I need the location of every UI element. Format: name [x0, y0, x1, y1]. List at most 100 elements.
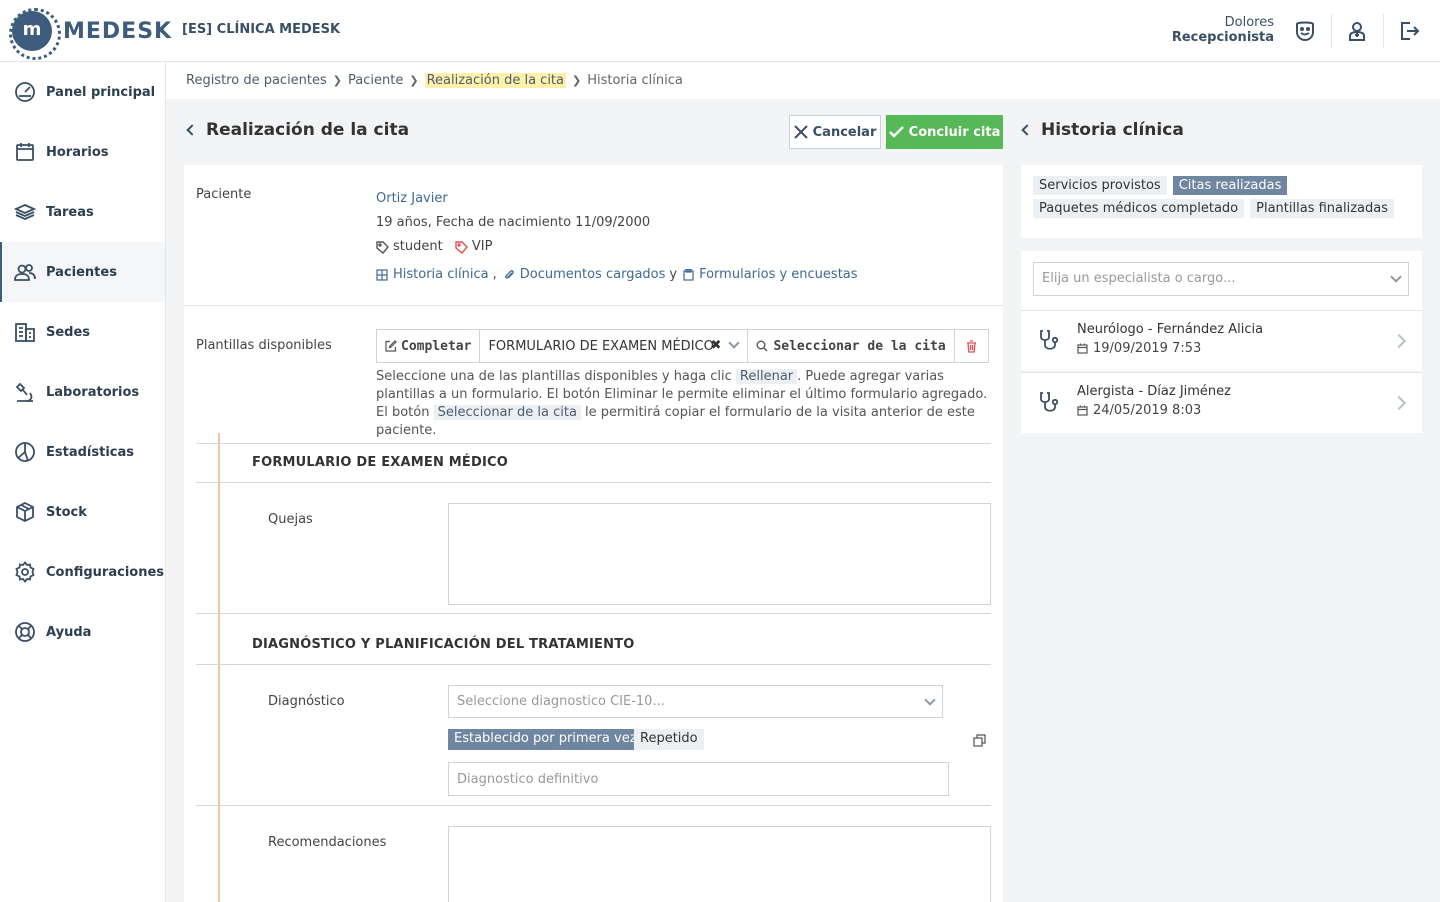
repeated-toggle[interactable]: Repetido — [634, 729, 704, 750]
select-from-visit-button[interactable]: Seleccionar de la cita — [748, 330, 955, 362]
paperclip-icon — [504, 269, 514, 278]
diagnosis-label: Diagnóstico — [268, 694, 345, 709]
visit-item[interactable]: Neurólogo - Fernández Alicia 19/09/2019 … — [1021, 310, 1422, 371]
section-divider — [196, 443, 991, 444]
patient-dob: Fecha de nacimiento 11/09/2000 — [435, 215, 651, 230]
sidebar-item-label: Ayuda — [46, 624, 92, 640]
buildings-icon — [15, 323, 35, 342]
medesk-logo[interactable]: m MEDESK — [9, 8, 173, 60]
visit-form-card: Paciente Ortiz Javier 19 años, Fecha de … — [184, 165, 1003, 902]
user-info[interactable]: Dolores Recepcionista — [1172, 15, 1274, 45]
clipboard-icon — [683, 268, 694, 281]
separator-and: y — [669, 266, 678, 282]
section-divider — [196, 664, 991, 665]
history-back-button[interactable]: Historia clínica — [1021, 120, 1184, 140]
breadcrumb-item[interactable]: Historia clínica — [587, 73, 683, 88]
sidebar: Panel principal Horarios Tareas Paciente… — [0, 62, 166, 902]
logout-icon[interactable] — [1393, 15, 1425, 47]
layers-icon — [14, 204, 36, 220]
divider — [184, 305, 1003, 306]
sidebar-item-stock[interactable]: Stock — [0, 482, 165, 542]
check-icon — [888, 126, 904, 138]
select-keyword: Seleccionar de la cita — [433, 405, 581, 420]
visit-item[interactable]: Alergista - Díaz Jiménez 24/05/2019 8:03 — [1021, 372, 1422, 433]
visit-date: 19/09/2019 7:53 — [1077, 341, 1201, 356]
box-icon — [16, 501, 34, 523]
calendar-icon — [1077, 405, 1088, 416]
definitive-diagnosis-input[interactable]: Diagnostico definitivo — [448, 762, 949, 796]
chevron-left-icon — [186, 124, 198, 136]
smiley-icon[interactable] — [1289, 15, 1321, 47]
sidebar-item-estadisticas[interactable]: Estadísticas — [0, 422, 165, 482]
history-link[interactable]: Historia clínica — [393, 263, 489, 287]
clinic-name[interactable]: [ES] CLÍNICA MEDESK — [182, 22, 340, 37]
recommendations-textarea[interactable] — [448, 826, 991, 902]
top-divider — [1331, 14, 1332, 48]
logo-mark: m — [9, 8, 61, 60]
breadcrumb-item-current[interactable]: Realización de la cita — [424, 73, 566, 88]
sidebar-item-panel[interactable]: Panel principal — [0, 62, 165, 122]
patient-name-link[interactable]: Ortiz Javier — [376, 191, 448, 206]
visit-specialist: Alergista - Díaz Jiménez — [1077, 384, 1231, 399]
lab-icon — [15, 382, 33, 402]
conclude-visit-button[interactable]: Concluir cita — [886, 115, 1003, 149]
filter-chip[interactable]: Paquetes médicos completado — [1033, 199, 1245, 218]
chevron-right-icon — [1391, 333, 1407, 349]
clear-icon[interactable]: ✖ — [710, 338, 721, 353]
chevron-right-icon: ❯ — [409, 74, 419, 87]
top-bar: m MEDESK [ES] CLÍNICA MEDESK Dolores Rec… — [0, 0, 1440, 62]
sidebar-item-label: Laboratorios — [46, 384, 140, 400]
breadcrumb-item[interactable]: Registro de pacientes — [186, 73, 327, 88]
section-title: FORMULARIO DE EXAMEN MÉDICO — [252, 455, 509, 470]
stats-icon — [15, 442, 35, 462]
sidebar-item-tareas[interactable]: Tareas — [0, 182, 165, 242]
user-role: Recepcionista — [1171, 30, 1274, 45]
breadcrumb-item[interactable]: Paciente — [348, 73, 403, 88]
sidebar-item-ayuda[interactable]: Ayuda — [0, 602, 165, 662]
cancel-button[interactable]: Cancelar — [789, 115, 881, 149]
template-toolbar: Completar FORMULARIO DE EXAMEN MÉDICO ✖ … — [376, 329, 989, 363]
template-select[interactable]: FORMULARIO DE EXAMEN MÉDICO ✖ — [480, 330, 749, 362]
forms-link[interactable]: Formularios y encuestas — [699, 263, 857, 287]
visit-specialist: Neurólogo - Fernández Alicia — [1077, 322, 1264, 337]
lifebuoy-icon — [15, 622, 35, 642]
filter-chip-active[interactable]: Citas realizadas — [1172, 176, 1288, 195]
close-icon — [793, 125, 808, 139]
templates-label: Plantillas disponibles — [196, 338, 332, 353]
section-divider — [196, 805, 991, 806]
sidebar-item-sedes[interactable]: Sedes — [0, 302, 165, 362]
sidebar-item-laboratorios[interactable]: Laboratorios — [0, 362, 165, 422]
filter-chip[interactable]: Servicios provistos — [1033, 176, 1167, 195]
chevron-left-icon — [1021, 124, 1033, 136]
expand-icon[interactable] — [973, 734, 986, 751]
breadcrumb: Registro de pacientes ❯ Paciente ❯ Reali… — [166, 62, 1440, 99]
logo-text: MEDESK — [63, 18, 173, 44]
page-title: Realización de la cita — [206, 120, 410, 140]
filter-chip[interactable]: Plantillas finalizadas — [1250, 199, 1395, 218]
sidebar-item-configuraciones[interactable]: Configuraciones — [0, 542, 165, 602]
diagnosis-select[interactable]: Seleccione diagnostico CIE-10... — [448, 685, 943, 718]
sidebar-item-label: Panel principal — [46, 84, 156, 100]
sidebar-item-horarios[interactable]: Horarios — [0, 122, 165, 182]
back-button[interactable]: Realización de la cita — [186, 120, 410, 140]
chevron-right-icon — [1391, 395, 1407, 411]
recommendations-label: Recomendaciones — [268, 835, 387, 850]
main-header: Realización de la cita Cancelar Concluir… — [184, 114, 1003, 150]
calendar-icon — [16, 143, 34, 161]
complaints-textarea[interactable] — [448, 503, 991, 605]
patient-label: Paciente — [196, 187, 252, 202]
trash-icon[interactable] — [955, 330, 988, 362]
first-time-toggle[interactable]: Establecido por primera vez — [448, 729, 643, 750]
documents-link[interactable]: Documentos cargados — [520, 263, 666, 287]
search-icon — [756, 340, 768, 352]
specialist-select[interactable]: Elija un especialista o cargo... — [1033, 262, 1409, 296]
patients-icon — [14, 264, 36, 281]
complaints-label: Quejas — [268, 512, 313, 527]
history-filters: Servicios provistos Citas realizadas Paqu… — [1021, 165, 1422, 238]
complete-button[interactable]: Completar — [377, 330, 481, 362]
doctor-icon[interactable] — [1341, 15, 1373, 47]
sidebar-item-label: Horarios — [46, 144, 109, 160]
sidebar-item-pacientes[interactable]: Pacientes — [0, 242, 165, 302]
template-help-text: Seleccione una de las plantillas disponi… — [376, 369, 988, 438]
section-title: DIAGNÓSTICO Y PLANIFICACIÓN DEL TRATAMIE… — [252, 637, 635, 652]
